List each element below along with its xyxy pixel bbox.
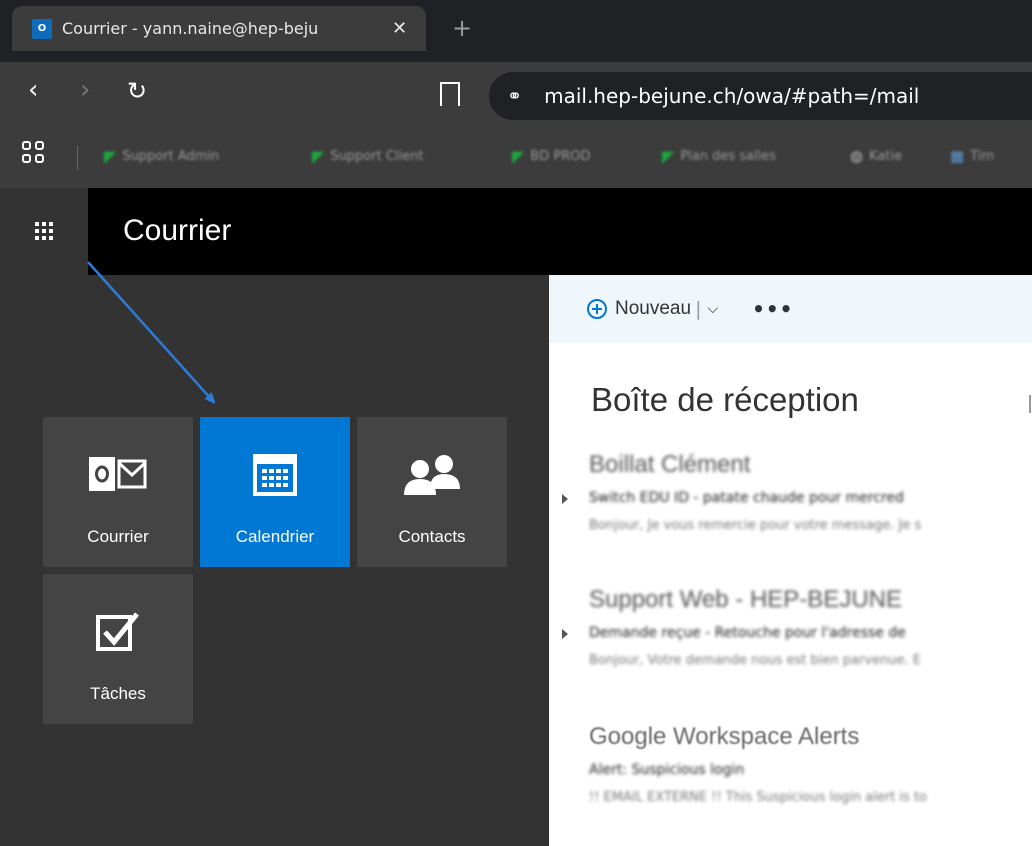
checkbox-icon xyxy=(95,610,141,658)
tile-calendrier[interactable]: Calendrier xyxy=(200,417,350,567)
mail-panel: Nouveau | ⌵ ••• Boîte de réception Boill… xyxy=(549,275,1032,846)
message-subject: Switch EDU ID - patate chaude pour mercr… xyxy=(589,490,904,506)
leaf-icon: ◤ xyxy=(312,147,325,166)
message-sender: Google Workspace Alerts xyxy=(589,723,860,750)
bookmark-item[interactable]: ◍ Katie xyxy=(850,147,902,165)
message-preview: Bonjour, Je vous remercie pour votre mes… xyxy=(589,518,922,533)
bookmark-divider xyxy=(77,146,78,170)
expand-caret-icon[interactable] xyxy=(562,629,568,639)
message-preview: !! EMAIL EXTERNE !! This Suspicious logi… xyxy=(589,790,927,805)
filter-indicator xyxy=(1029,395,1031,413)
app-launcher-button[interactable] xyxy=(0,188,88,275)
address-bar[interactable]: ⚭ mail.hep-bejune.ch/owa/#path=/mail xyxy=(489,72,1032,120)
globe-icon: ◍ xyxy=(850,147,864,165)
inbox-title: Boîte de réception xyxy=(591,381,859,418)
new-button[interactable]: Nouveau xyxy=(615,298,691,320)
more-options-icon[interactable]: ••• xyxy=(752,297,793,321)
tile-contacts[interactable]: Contacts xyxy=(357,417,507,567)
tile-taches[interactable]: Tâches xyxy=(43,574,193,724)
people-icon xyxy=(402,453,462,501)
back-icon[interactable]: ‹ xyxy=(28,75,38,105)
leaf-icon: ◤ xyxy=(512,147,525,166)
browser-toolbar: ‹ › ↻ ⚭ mail.hep-bejune.ch/owa/#path=/ma… xyxy=(0,62,1032,128)
bookmark-icon[interactable] xyxy=(440,82,460,106)
tile-label: Courrier xyxy=(87,527,149,546)
leaf-icon: ◤ xyxy=(662,147,675,166)
message-subject: Demande reçue - Retouche pour l'adresse … xyxy=(589,625,906,641)
tile-label: Calendrier xyxy=(235,527,315,546)
forward-icon[interactable]: › xyxy=(80,75,90,105)
bookmark-item[interactable]: ◤ Support Admin xyxy=(104,147,219,166)
message-preview: Bonjour, Votre demande nous est bien par… xyxy=(589,653,921,668)
tab-title: Courrier - yann.naine@hep-beju xyxy=(62,19,319,38)
calendar-icon xyxy=(253,453,297,501)
waffle-icon xyxy=(35,222,53,240)
tile-label: Contacts xyxy=(398,527,466,546)
add-circle-icon[interactable] xyxy=(587,299,607,319)
tile-courrier[interactable]: Courrier xyxy=(43,417,193,567)
bookmark-item[interactable]: ◤ BD PROD xyxy=(512,147,591,166)
bookmark-item[interactable]: ▦ Tim xyxy=(950,147,994,165)
tile-label: Tâches xyxy=(90,684,146,703)
command-bar: Nouveau | ⌵ ••• xyxy=(549,275,1032,343)
url-text[interactable]: mail.hep-bejune.ch/owa/#path=/mail xyxy=(544,84,919,108)
bookmark-item[interactable]: ◤ Plan des salles xyxy=(662,147,776,166)
chevron-down-icon[interactable]: ⌵ xyxy=(707,301,718,317)
browser-tab[interactable]: O Courrier - yann.naine@hep-beju ✕ xyxy=(12,6,426,51)
owa-header: Courrier xyxy=(0,188,1032,275)
message-sender: Support Web - HEP-BEJUNE xyxy=(589,586,902,613)
expand-caret-icon[interactable] xyxy=(562,494,568,504)
app-icon: ▦ xyxy=(950,147,965,165)
bookmarks-bar: ◤ Support Admin ◤ Support Client ◤ BD PROD … xyxy=(0,128,1032,188)
close-icon[interactable]: ✕ xyxy=(392,18,407,39)
site-settings-icon[interactable]: ⚭ xyxy=(507,86,522,107)
separator: | xyxy=(695,298,702,320)
message-subject: Alert: Suspicious login xyxy=(589,762,745,778)
message-sender: Boillat Clément xyxy=(589,451,751,478)
outlook-favicon-icon: O xyxy=(32,18,52,39)
app-launcher-panel: Courrier Calendrier Contacts Tâches xyxy=(0,275,549,846)
outlook-mail-icon xyxy=(89,453,147,499)
bookmark-item[interactable]: ◤ Support Client xyxy=(312,147,423,166)
leaf-icon: ◤ xyxy=(104,147,117,166)
browser-tab-strip: O Courrier - yann.naine@hep-beju ✕ + xyxy=(0,0,1032,62)
page-title: Courrier xyxy=(123,214,232,247)
reload-icon[interactable]: ↻ xyxy=(127,77,147,105)
new-tab-button[interactable]: + xyxy=(452,14,472,42)
apps-icon[interactable] xyxy=(22,141,46,165)
